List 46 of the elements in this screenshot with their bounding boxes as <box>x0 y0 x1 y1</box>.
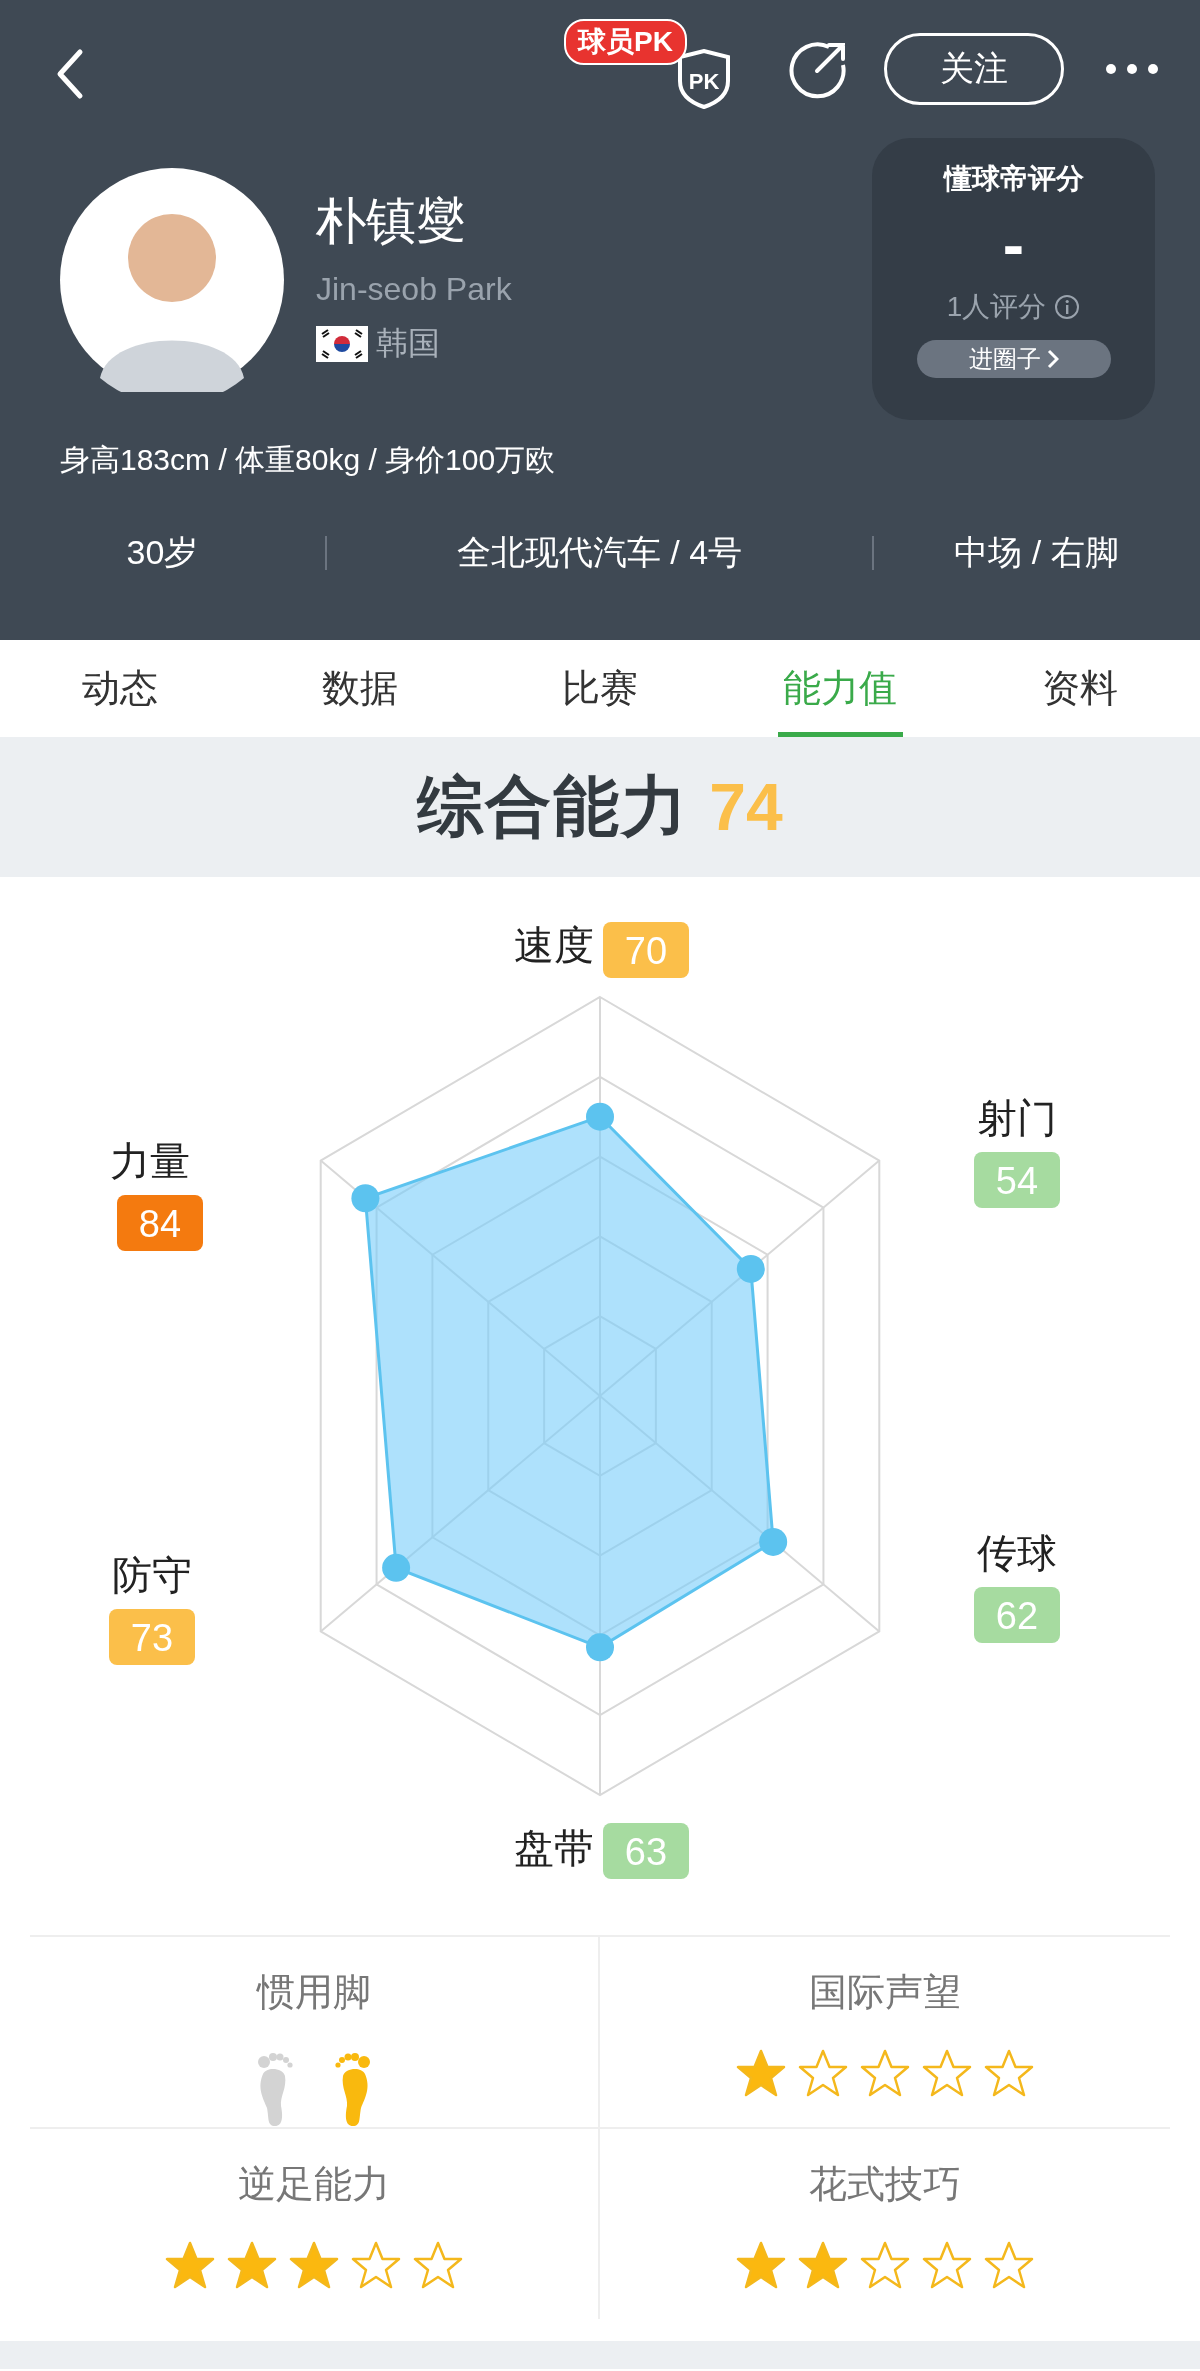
attribute-label: 盘带 <box>514 1826 594 1870</box>
radar-point <box>382 1553 411 1582</box>
tab[interactable]: 资料 <box>960 640 1200 737</box>
attribute-label: 力量 <box>110 1139 190 1183</box>
radar-point <box>586 1102 614 1131</box>
chevron-icon <box>1046 349 1059 369</box>
trait-title: 花式技巧 <box>809 2162 961 2207</box>
attribute-score: 62 <box>974 1587 1060 1643</box>
pk-badge[interactable]: 球员PK <box>564 19 687 65</box>
tab[interactable]: 比赛 <box>480 640 720 737</box>
rating-count: 1人评分 <box>946 290 1047 324</box>
attribute-label: 速度 <box>514 923 594 967</box>
attribute-label: 防守 <box>112 1553 192 1597</box>
overall-value: 74 <box>709 769 783 845</box>
radar-point <box>736 1254 765 1283</box>
overall-label: 综合能力 <box>417 768 690 845</box>
tab[interactable]: 数据 <box>240 640 480 737</box>
trait-title: 惯用脚 <box>257 1970 371 2015</box>
attribute-score: 70 <box>603 922 689 978</box>
country-name: 韩国 <box>376 324 440 363</box>
player-stat: 中场 / 右脚 <box>953 532 1120 573</box>
player-name: 朴镇燮 <box>316 192 467 251</box>
player-stat: 全北现代汽车 / 4号 <box>455 532 744 573</box>
attribute-label: 射门 <box>977 1096 1057 1140</box>
radar-point <box>351 1184 380 1213</box>
info-icon[interactable] <box>1054 294 1081 320</box>
trait-title: 逆足能力 <box>238 2162 390 2207</box>
attribute-score: 73 <box>109 1609 195 1665</box>
rating-score: - <box>1002 208 1025 282</box>
attribute-score: 63 <box>603 1823 689 1879</box>
more-icon[interactable] <box>1104 61 1160 77</box>
english-name: Jin-seob Park <box>316 271 513 308</box>
radar-point <box>759 1527 788 1556</box>
tab[interactable]: 动态 <box>0 640 240 737</box>
attribute-score: 54 <box>974 1152 1060 1208</box>
rating-title: 懂球帝评分 <box>943 162 1084 196</box>
radar-point <box>586 1633 614 1662</box>
trait-title: 国际声望 <box>809 1970 961 2015</box>
attribute-label: 传球 <box>977 1531 1057 1575</box>
join-circle-button[interactable]: 进圈子 <box>916 340 1111 378</box>
share-icon[interactable] <box>789 39 849 99</box>
body-info: 身高183cm / 体重80kg / 身价100万欧 <box>59 442 557 478</box>
follow-button[interactable]: 关注 <box>884 33 1064 105</box>
player-stat: 30岁 <box>125 532 200 573</box>
attribute-score: 84 <box>117 1195 203 1251</box>
flag-icon <box>316 326 368 362</box>
